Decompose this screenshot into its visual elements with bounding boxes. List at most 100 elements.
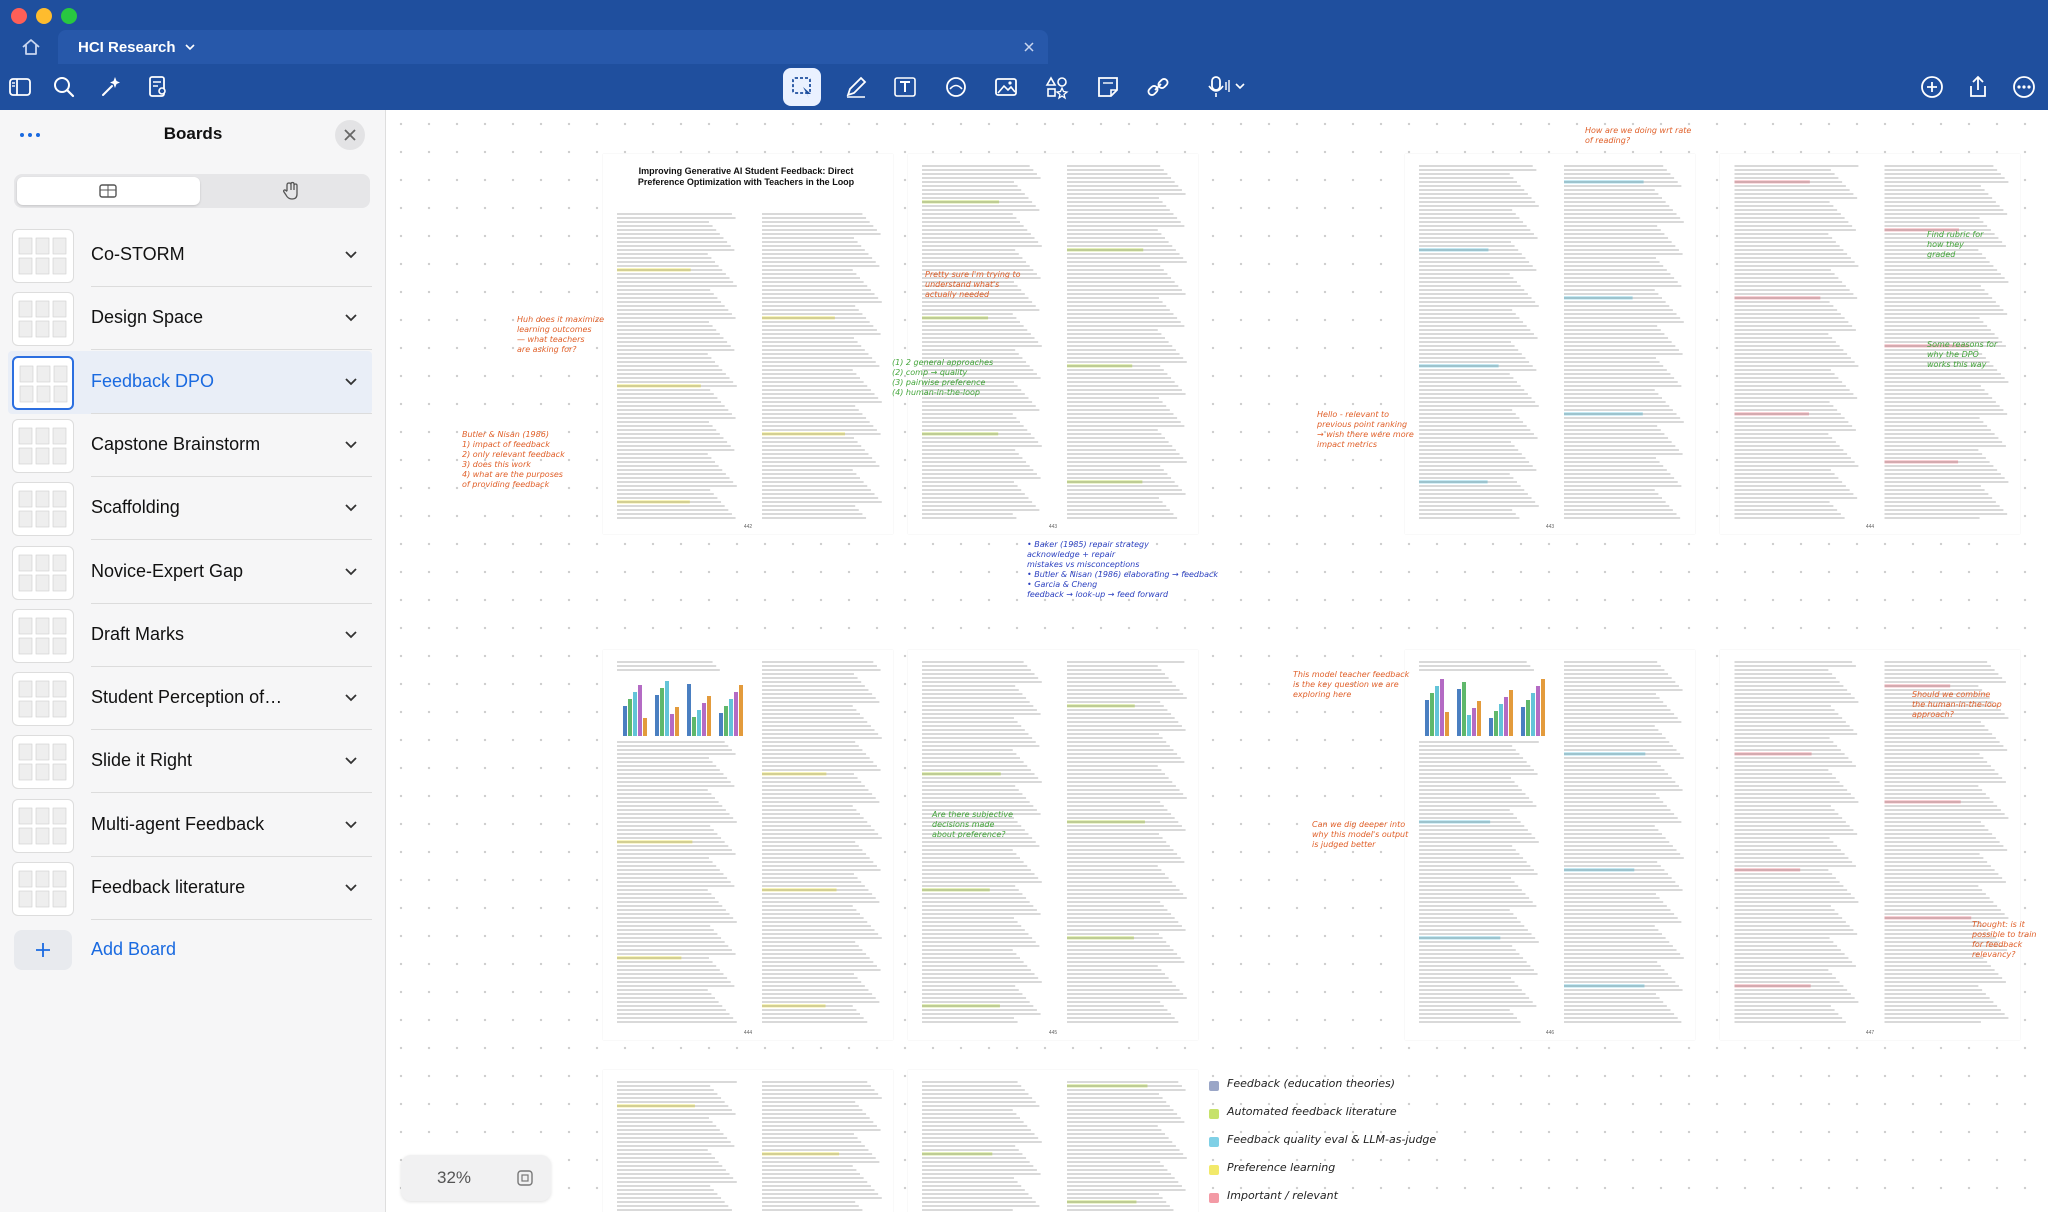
- window-close-button[interactable]: [11, 8, 27, 24]
- elements-icon[interactable]: [1044, 74, 1070, 100]
- board-label: Student Perception of…: [91, 687, 283, 708]
- chevron-down-icon[interactable]: [344, 629, 358, 641]
- plus-icon: [36, 943, 50, 957]
- window-minimize-button[interactable]: [36, 8, 52, 24]
- board-label: Feedback literature: [91, 877, 246, 897]
- paper-page-7[interactable]: 446: [1405, 650, 1695, 1040]
- chevron-down-icon[interactable]: [344, 502, 358, 514]
- page-number: 445: [1048, 1030, 1058, 1036]
- legend-swatch: [1209, 1137, 1219, 1147]
- paper-page-2[interactable]: 443: [908, 154, 1198, 534]
- chevron-down-icon[interactable]: [344, 312, 358, 324]
- annotation-note[interactable]: Huh does it maximize learning outcomes —…: [517, 315, 604, 355]
- board-item-board-slide-it-right[interactable]: Slide it Right: [8, 730, 372, 794]
- home-icon[interactable]: [20, 36, 42, 58]
- annotation-note[interactable]: Butler & Nisan (1986) 1) impact of feedb…: [462, 430, 565, 490]
- figure-bar: [697, 710, 701, 736]
- text-icon[interactable]: [892, 74, 918, 100]
- annotation-note[interactable]: Should we combine the human-in-the-loop …: [1912, 690, 2002, 720]
- figure-bar: [1536, 686, 1540, 736]
- zoom-level: 32%: [437, 1168, 472, 1187]
- whiteboard-canvas[interactable]: Improving Generative AI Student Feedback…: [387, 110, 2048, 1212]
- segment-list-view[interactable]: [17, 177, 200, 205]
- paper-page-6[interactable]: 445: [908, 650, 1198, 1040]
- image-icon[interactable]: [993, 74, 1019, 100]
- board-item-board-co-storm[interactable]: Co-STORM: [8, 224, 372, 287]
- search-icon[interactable]: [51, 74, 77, 100]
- paper-page-5[interactable]: 444: [603, 650, 893, 1040]
- chevron-down-icon[interactable]: [344, 882, 358, 894]
- document-search-icon[interactable]: [145, 74, 171, 100]
- figure-bar: [1445, 712, 1449, 736]
- figure-bar: [729, 699, 733, 736]
- board-item-board-scaffolding[interactable]: Scaffolding: [8, 477, 372, 541]
- board-label: Scaffolding: [91, 497, 180, 518]
- board-item-board-feedback-literature[interactable]: Feedback literature: [8, 857, 372, 920]
- sidebar-icon[interactable]: [7, 74, 33, 100]
- board-item-board-draft-marks[interactable]: Draft Marks: [8, 604, 372, 667]
- board-item-board-multi-agent-feedback[interactable]: Multi-agent Feedback: [8, 794, 372, 857]
- annotation-note[interactable]: Thought: is it possible to train for fee…: [1972, 920, 2037, 960]
- chevron-down-icon[interactable]: [344, 249, 358, 261]
- lasso-icon[interactable]: [783, 68, 821, 106]
- window-maximize-button[interactable]: [61, 8, 77, 24]
- paper-page-3[interactable]: 443: [1405, 154, 1695, 534]
- page-number: 447: [1865, 1030, 1875, 1036]
- tab-title: HCI Research: [78, 38, 176, 56]
- board-item-board-feedback-dpo[interactable]: Feedback DPO: [8, 350, 372, 414]
- board-item-board-novice-expert-gap[interactable]: Novice-Expert Gap: [8, 541, 372, 604]
- figure-bar: [660, 688, 664, 736]
- annotation-note[interactable]: Find rubric for how they graded: [1927, 230, 1983, 260]
- board-label: Co-STORM: [91, 244, 185, 264]
- figure-bar: [692, 717, 696, 736]
- zoom-control[interactable]: 32%: [401, 1155, 551, 1201]
- sticky-note-icon[interactable]: [1095, 74, 1121, 100]
- chevron-down-icon[interactable]: [184, 41, 196, 53]
- figure-bar: [724, 706, 728, 736]
- link-icon[interactable]: [1145, 74, 1171, 100]
- chevron-down-icon[interactable]: [344, 376, 358, 388]
- page-text-lines: [1419, 165, 1684, 519]
- board-thumbnail: [12, 545, 74, 600]
- list-view-icon: [99, 184, 117, 198]
- annotation-note[interactable]: This model teacher feedback is the key q…: [1293, 670, 1409, 700]
- annotation-note[interactable]: How are we doing wrt rate of reading?: [1585, 126, 1691, 146]
- chevron-down-icon[interactable]: [344, 566, 358, 578]
- chevron-down-icon[interactable]: [344, 692, 358, 704]
- board-item-board-design-space[interactable]: Design Space: [8, 287, 372, 351]
- microphone-icon[interactable]: [1204, 74, 1250, 100]
- figure-bar: [1499, 704, 1503, 736]
- tab-hci-research[interactable]: HCI Research: [58, 30, 1048, 64]
- annotation-note[interactable]: • Baker (1985) repair strategy acknowled…: [1027, 540, 1218, 600]
- legend-item: Preference learning: [1209, 1159, 1429, 1187]
- paper-page-1[interactable]: Improving Generative AI Student Feedback…: [603, 154, 893, 534]
- figure-bar: [1541, 679, 1545, 736]
- chevron-down-icon[interactable]: [344, 819, 358, 831]
- board-item-board-student-perception-of[interactable]: Student Perception of…: [8, 667, 372, 731]
- figure-bar: [1531, 693, 1535, 736]
- pen-icon[interactable]: [843, 74, 869, 100]
- figure-bar: [638, 685, 642, 736]
- fit-to-screen-icon[interactable]: [516, 1169, 534, 1187]
- share-icon[interactable]: [1965, 74, 1991, 100]
- board-item-board-capstone-brainstorm[interactable]: Capstone Brainstorm: [8, 414, 372, 477]
- more-icon[interactable]: [2011, 74, 2037, 100]
- figure-bar: [675, 707, 679, 736]
- annotation-note[interactable]: Pretty sure I'm trying to understand wha…: [925, 270, 1021, 300]
- close-sidebar-button[interactable]: [335, 120, 365, 150]
- chevron-down-icon[interactable]: [344, 755, 358, 767]
- close-tab-icon[interactable]: [1022, 40, 1036, 54]
- annotation-note[interactable]: Are there subjective decisions made abou…: [932, 810, 1013, 840]
- chevron-down-icon[interactable]: [344, 439, 358, 451]
- sidebar-title: Boards: [163, 124, 223, 143]
- references-page-2[interactable]: [908, 1070, 1198, 1212]
- annotation-note[interactable]: (1) 2 general approaches (2) comp → qual…: [892, 358, 993, 398]
- annotation-note[interactable]: Hello - relevant to previous point ranki…: [1317, 410, 1414, 450]
- annotation-note[interactable]: Can we dig deeper into why this model's …: [1312, 820, 1408, 850]
- annotation-note[interactable]: Some reasons for why the DPO works this …: [1927, 340, 1997, 370]
- add-board-button[interactable]: Add Board: [12, 924, 376, 974]
- add-icon[interactable]: [1919, 74, 1945, 100]
- sparkle-icon[interactable]: [97, 74, 123, 100]
- shape-icon[interactable]: [943, 74, 969, 100]
- references-page[interactable]: [603, 1070, 893, 1212]
